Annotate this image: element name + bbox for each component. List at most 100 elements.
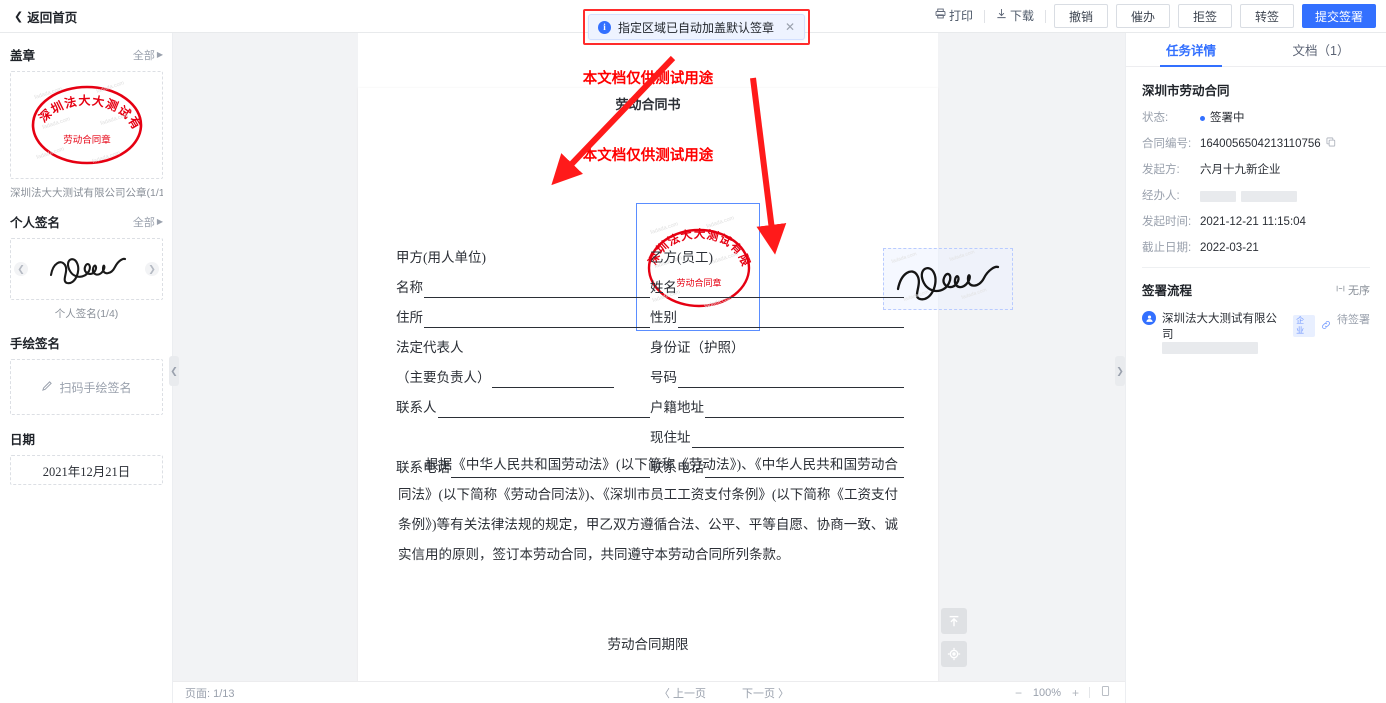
handler-value-redacted — [1200, 191, 1297, 202]
field-line — [705, 401, 904, 418]
collapse-right-panel-handle[interactable]: ❯ — [1115, 356, 1125, 386]
chevron-left-icon: ❮ — [170, 365, 178, 376]
field-line — [678, 311, 904, 328]
page-indicator: 页面: 1/13 — [185, 687, 235, 700]
field-label-registered-address: 户籍地址 — [650, 400, 704, 415]
close-icon[interactable]: ✕ — [785, 20, 795, 34]
sign-flow-name-row: 深圳法大大测试有限公司 企业 — [1162, 310, 1331, 342]
personal-signature-caption: 个人签名(1/4) — [54, 308, 119, 320]
tab-documents[interactable]: 文档（1） — [1256, 33, 1386, 66]
contract-number-text: 1640056504213110756 — [1200, 138, 1321, 150]
task-detail-panel: 任务详情 文档（1） 深圳市劳动合同 状态: 签署中 合同编号: 1640056… — [1125, 33, 1386, 703]
date-stamp-card[interactable]: 2021年12月21日 — [10, 455, 163, 485]
field-label-employee-name: 姓名 — [650, 280, 677, 295]
urge-button[interactable]: 催办 — [1116, 4, 1170, 28]
locate-signature-button[interactable] — [941, 641, 967, 667]
fit-page-icon[interactable] — [1100, 685, 1111, 700]
tab-task-detail[interactable]: 任务详情 — [1126, 33, 1256, 66]
doc-heading: 劳动合同书 — [615, 97, 681, 112]
handdraw-section-title: 手绘签名 — [10, 337, 61, 351]
watermark-top: 本文档仅供测试用途 — [582, 71, 714, 87]
company-seal-card[interactable]: 深圳法大大测试有限公司 劳动合同章 fadada.com fadada.com … — [10, 71, 163, 179]
toolbar-actions: 打印 下载 撤销 催办 拒签 转签 提交签署 — [924, 4, 1376, 28]
zoom-out-button[interactable]: − — [1015, 686, 1022, 700]
seal-view-all-label: 全部 — [132, 49, 155, 62]
panel-tabs: 任务详情 文档（1） — [1126, 33, 1386, 67]
chevron-right-icon[interactable]: ❯ — [145, 262, 159, 276]
seal-caption: 深圳法大大测试有限公司公章(1/1) — [10, 187, 163, 199]
user-icon — [1142, 311, 1156, 325]
redacted-block — [1200, 191, 1236, 202]
chevron-right-icon: ▶ — [156, 217, 163, 226]
svg-text:fadada.com: fadada.com — [903, 289, 930, 303]
next-page-button[interactable]: 下一页 〉 — [742, 685, 789, 701]
print-label: 打印 — [948, 9, 973, 23]
viewer-float-buttons — [941, 608, 967, 667]
zoom-controls: − 100% + — [1015, 685, 1125, 700]
link-icon[interactable] — [1321, 320, 1331, 333]
reject-sign-button[interactable]: 拒签 — [1178, 4, 1232, 28]
contract-preamble-paragraph: 根据《中华人民共和国劳动法》(以下简称《劳动法》)、《中华人民共和国劳动合同法》… — [398, 457, 898, 562]
document-viewer[interactable]: 本文档仅供测试用途 劳动合同书 本文档仅供测试用途 深圳法大大测试有限公司 劳动… — [173, 33, 1125, 703]
field-label-party-b: 乙方(员工) — [650, 250, 713, 265]
enterprise-badge: 企业 — [1293, 315, 1315, 337]
panel-divider — [1142, 267, 1370, 268]
svg-text:fadada.com: fadada.com — [949, 249, 976, 263]
submit-sign-button[interactable]: 提交签署 — [1302, 4, 1376, 28]
sign-flow-order: 无序 — [1336, 282, 1370, 298]
sign-flow-order-label: 无序 — [1348, 284, 1370, 297]
chevron-right-icon: ▶ — [156, 50, 163, 59]
back-to-home-button[interactable]: ❮ 返回首页 — [14, 7, 77, 26]
detail-key: 经办人: — [1142, 190, 1180, 202]
viewer-footer: 页面: 1/13 〈 上一页 下一页 〉 − 100% + — [173, 681, 1125, 703]
scroll-to-top-button[interactable] — [941, 608, 967, 634]
print-button[interactable]: 打印 — [924, 5, 984, 27]
detail-row-contract-number: 合同编号: 1640056504213110756 — [1142, 137, 1370, 152]
copy-icon[interactable] — [1326, 137, 1336, 152]
info-icon: i — [598, 20, 611, 34]
initiator-value: 六月十九新企业 — [1200, 164, 1281, 176]
field-label-legal-rep: 法定代表人 — [396, 340, 464, 355]
chevron-left-icon[interactable]: ❮ — [14, 262, 28, 276]
watermark-middle: 本文档仅供测试用途 — [582, 148, 714, 164]
personal-sign-title: 个人签名 — [10, 216, 61, 230]
detail-key: 发起方: — [1142, 164, 1180, 176]
scan-handdraw-sign-button[interactable]: 扫码手绘签名 — [10, 359, 163, 415]
revoke-button[interactable]: 撤销 — [1054, 4, 1108, 28]
toolbar-divider-2 — [1045, 9, 1046, 23]
sign-flow-item[interactable]: 深圳法大大测试有限公司 企业 待签署 — [1142, 310, 1370, 354]
zoom-in-button[interactable]: + — [1072, 686, 1079, 700]
personal-signature-image — [49, 257, 126, 285]
scan-handdraw-sign-label: 扫码手绘签名 — [59, 380, 132, 395]
field-label-id-number: 号码 — [650, 370, 677, 385]
field-label-company-name: 名称 — [396, 280, 423, 295]
chevron-right-icon: ❯ — [1116, 365, 1124, 376]
auto-stamp-notification: i 指定区域已自动加盖默认签章 ✕ — [588, 14, 806, 40]
transfer-sign-button[interactable]: 转签 — [1240, 4, 1294, 28]
signer-status: 待签署 — [1337, 314, 1370, 326]
detail-row-deadline: 截止日期: 2022-03-21 — [1142, 241, 1370, 256]
back-to-home-label: 返回首页 — [27, 10, 78, 25]
personal-signature-card[interactable]: ❮ ❯ — [10, 238, 163, 300]
panel-body: 深圳市劳动合同 状态: 签署中 合同编号: 164005650421311075… — [1126, 67, 1386, 354]
contract-page[interactable]: 本文档仅供测试用途 劳动合同书 本文档仅供测试用途 深圳法大大测试有限公司 劳动… — [358, 71, 1013, 686]
field-label-current-address: 现住址 — [650, 430, 691, 445]
personal-sign-section-header: 个人签名 全部 ▶ — [10, 212, 163, 231]
detail-row-handler: 经办人: — [1142, 189, 1370, 204]
field-line — [437, 401, 650, 418]
sign-flow-main: 深圳法大大测试有限公司 企业 — [1162, 310, 1331, 354]
svg-text:fadada.com: fadada.com — [95, 80, 125, 95]
notification-text: 指定区域已自动加盖默认签章 — [618, 20, 775, 35]
field-label-principal: （主要负责人） — [396, 370, 491, 385]
download-button[interactable]: 下载 — [985, 5, 1045, 27]
personal-sign-view-all-button[interactable]: 全部 ▶ — [133, 214, 163, 230]
date-section-title: 日期 — [10, 433, 36, 447]
contract-next-heading: 劳动合同期限 — [607, 637, 689, 652]
collapse-left-panel-handle[interactable]: ❮ — [169, 356, 179, 386]
svg-text:fadada.com: fadada.com — [706, 215, 736, 230]
printer-icon — [935, 5, 946, 27]
prev-page-button[interactable]: 〈 上一页 — [659, 685, 706, 701]
field-label-contact-person: 联系人 — [396, 400, 437, 415]
unordered-icon — [1336, 284, 1345, 296]
seal-view-all-button[interactable]: 全部 ▶ — [133, 47, 163, 63]
